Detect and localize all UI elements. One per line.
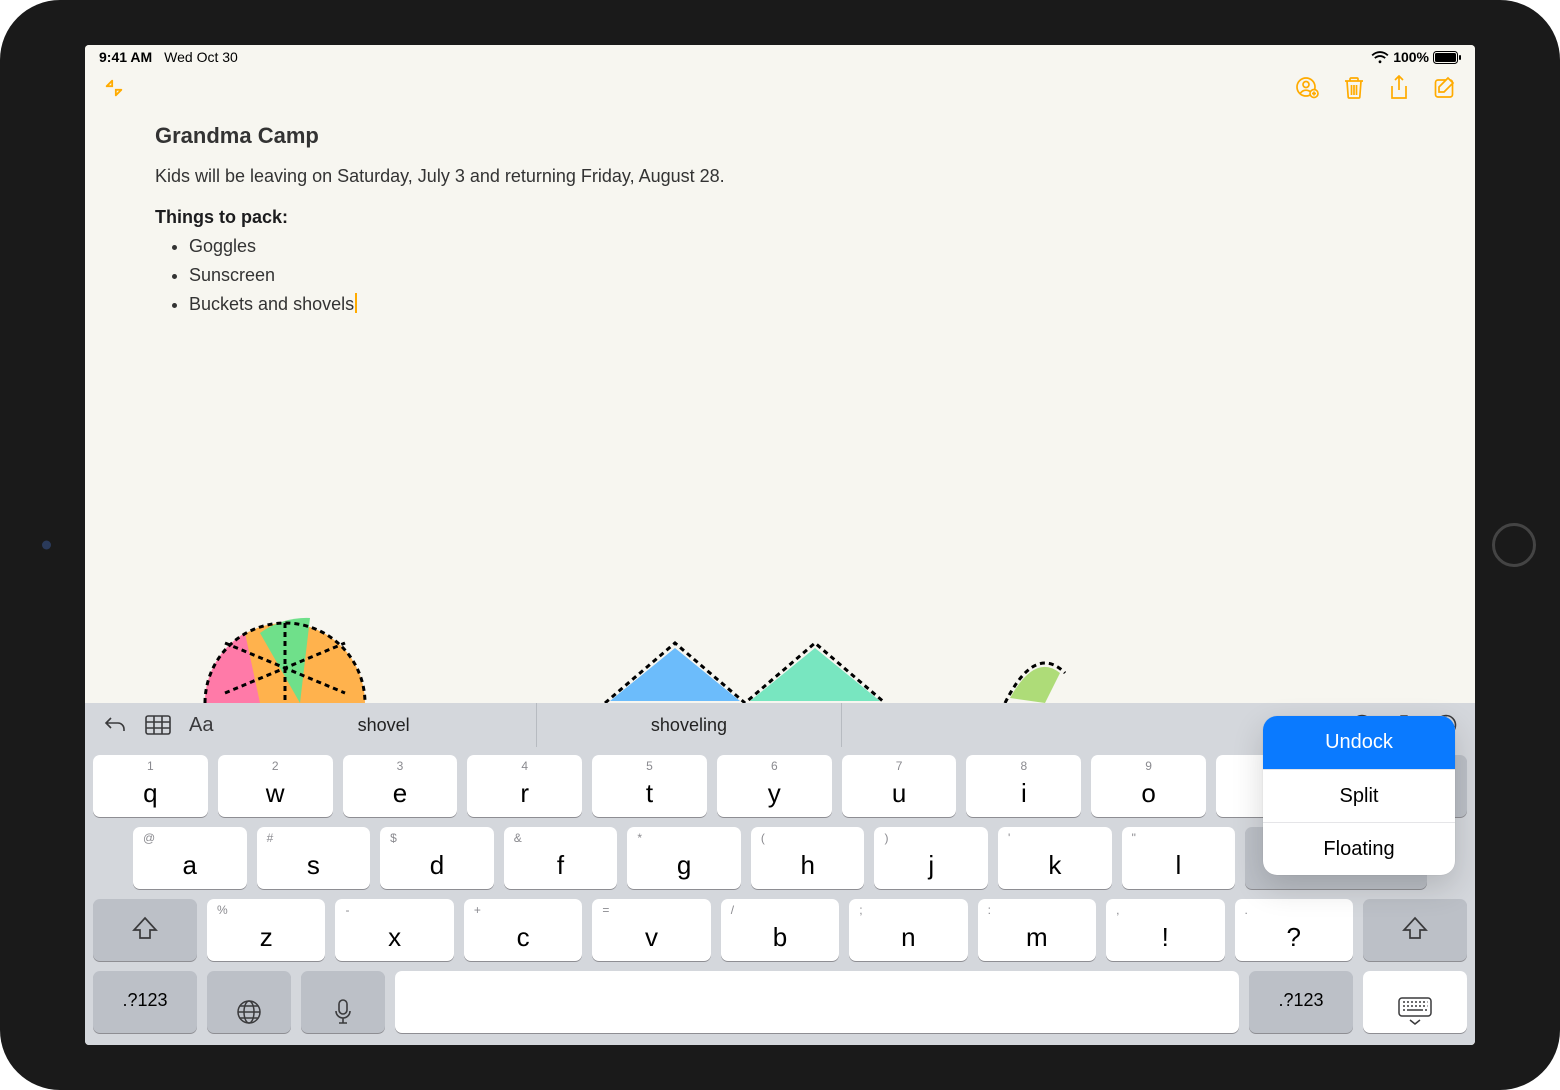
key-z[interactable]: %z bbox=[207, 899, 325, 961]
key-g[interactable]: *g bbox=[627, 827, 741, 889]
note-title: Grandma Camp bbox=[155, 123, 1405, 149]
key-m[interactable]: :m bbox=[978, 899, 1096, 961]
note-subhead: Things to pack: bbox=[155, 207, 1405, 228]
key-shift[interactable] bbox=[93, 899, 197, 961]
key-numbers[interactable]: .?123 bbox=[1249, 971, 1353, 1033]
key-w[interactable]: 2w bbox=[218, 755, 333, 817]
key-i[interactable]: 8i bbox=[966, 755, 1081, 817]
pack-list: Goggles Sunscreen Buckets and shovels bbox=[155, 232, 1405, 318]
compose-icon[interactable] bbox=[1433, 76, 1457, 100]
status-date: Wed Oct 30 bbox=[164, 49, 238, 65]
key-hide-keyboard[interactable] bbox=[1363, 971, 1467, 1033]
menu-item-undock[interactable]: Undock bbox=[1263, 716, 1455, 769]
key-c[interactable]: +c bbox=[464, 899, 582, 961]
suggestions-bar: shovel shoveling bbox=[231, 703, 842, 747]
key-b[interactable]: /b bbox=[721, 899, 839, 961]
status-battery-pct: 100% bbox=[1393, 49, 1429, 65]
wifi-icon bbox=[1371, 51, 1389, 64]
key-dictation[interactable] bbox=[301, 971, 385, 1033]
list-item: Sunscreen bbox=[189, 261, 1405, 290]
suggestion[interactable]: shoveling bbox=[536, 703, 842, 747]
status-bar: 9:41 AM Wed Oct 30 100% bbox=[85, 45, 1475, 69]
key-h[interactable]: (h bbox=[751, 827, 865, 889]
trash-icon[interactable] bbox=[1343, 76, 1365, 100]
key-globe[interactable] bbox=[207, 971, 291, 1033]
key-space[interactable] bbox=[395, 971, 1239, 1033]
key-e[interactable]: 3e bbox=[343, 755, 458, 817]
undo-icon[interactable] bbox=[103, 715, 127, 735]
key-?[interactable]: .? bbox=[1235, 899, 1353, 961]
share-icon[interactable] bbox=[1389, 75, 1409, 101]
home-button[interactable] bbox=[1492, 523, 1536, 567]
note-sketch bbox=[85, 583, 1265, 703]
suggestion[interactable]: shovel bbox=[231, 703, 535, 747]
key-l[interactable]: "l bbox=[1122, 827, 1236, 889]
key-![interactable]: ,! bbox=[1106, 899, 1224, 961]
key-x[interactable]: -x bbox=[335, 899, 453, 961]
key-o[interactable]: 9o bbox=[1091, 755, 1206, 817]
keyboard-options-menu: Undock Split Floating bbox=[1263, 716, 1455, 875]
collapse-icon[interactable] bbox=[103, 77, 125, 99]
menu-item-floating[interactable]: Floating bbox=[1263, 822, 1455, 875]
key-d[interactable]: $d bbox=[380, 827, 494, 889]
collaborate-icon[interactable] bbox=[1295, 76, 1319, 100]
table-icon[interactable] bbox=[145, 715, 171, 735]
key-u[interactable]: 7u bbox=[842, 755, 957, 817]
note-paragraph: Kids will be leaving on Saturday, July 3… bbox=[155, 163, 1405, 189]
key-n[interactable]: ;n bbox=[849, 899, 967, 961]
key-q[interactable]: 1q bbox=[93, 755, 208, 817]
key-a[interactable]: @a bbox=[133, 827, 247, 889]
device-camera bbox=[42, 541, 51, 550]
list-item: Buckets and shovels bbox=[189, 290, 1405, 319]
key-r[interactable]: 4r bbox=[467, 755, 582, 817]
list-item: Goggles bbox=[189, 232, 1405, 261]
notes-toolbar bbox=[85, 69, 1475, 107]
text-cursor bbox=[355, 293, 357, 313]
key-v[interactable]: =v bbox=[592, 899, 710, 961]
battery-icon bbox=[1433, 51, 1461, 64]
key-k[interactable]: 'k bbox=[998, 827, 1112, 889]
key-j[interactable]: )j bbox=[874, 827, 988, 889]
key-s[interactable]: #s bbox=[257, 827, 371, 889]
key-shift[interactable] bbox=[1363, 899, 1467, 961]
status-time: 9:41 AM bbox=[99, 49, 152, 65]
key-y[interactable]: 6y bbox=[717, 755, 832, 817]
note-body[interactable]: Grandma Camp Kids will be leaving on Sat… bbox=[85, 107, 1475, 703]
key-f[interactable]: &f bbox=[504, 827, 618, 889]
key-t[interactable]: 5t bbox=[592, 755, 707, 817]
menu-item-split[interactable]: Split bbox=[1263, 769, 1455, 822]
format-icon[interactable]: Aa bbox=[189, 714, 213, 737]
key-numbers[interactable]: .?123 bbox=[93, 971, 197, 1033]
